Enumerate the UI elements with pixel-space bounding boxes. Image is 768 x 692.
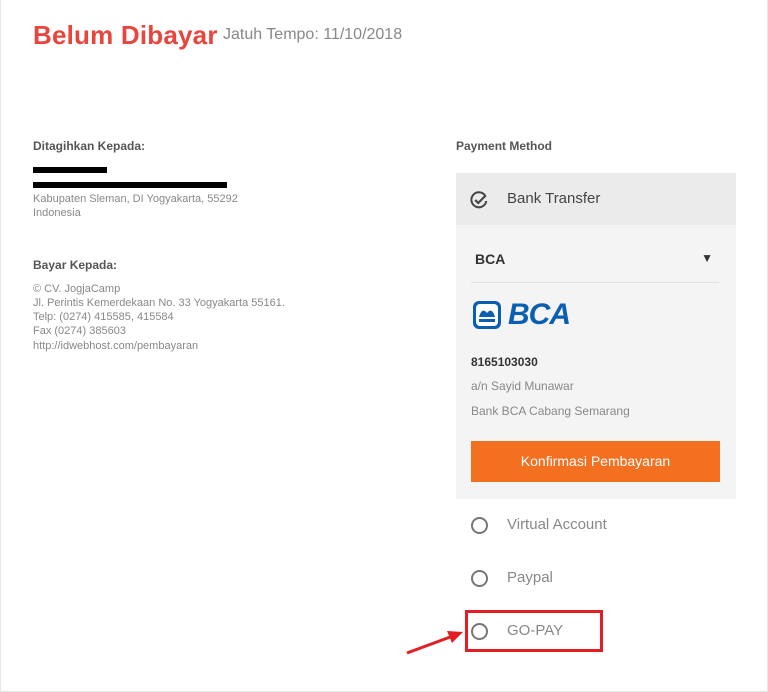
pay-to-address: Jl. Perintis Kemerdekaan No. 33 Yogyakar… — [33, 297, 285, 309]
invoice-status: Belum Dibayar — [33, 20, 218, 50]
pay-to-url[interactable]: http://idwebhost.com/pembayaran — [33, 339, 198, 354]
bca-emblem-icon — [473, 301, 501, 329]
radio-icon[interactable] — [471, 570, 488, 587]
redacted-address — [33, 182, 227, 188]
invoice-page: Belum Dibayar Jatuh Tempo: 11/10/2018 Di… — [0, 0, 768, 692]
bank-select[interactable]: BCA ▼ — [471, 233, 719, 283]
paypal-label: Paypal — [507, 569, 553, 586]
account-branch: Bank BCA Cabang Semarang — [471, 404, 630, 418]
pay-to-phone: Telp: (0274) 415585, 415584 — [33, 311, 174, 323]
billed-to-title: Ditagihkan Kepada: — [33, 139, 146, 153]
confirm-payment-button[interactable]: Konfirmasi Pembayaran — [471, 441, 720, 482]
check-circle-icon — [470, 191, 488, 209]
pay-to-title: Bayar Kepada: — [33, 258, 118, 272]
payment-method-title: Payment Method — [456, 139, 553, 153]
bca-logo: BCA — [472, 298, 571, 331]
billed-to-address: Kabupaten Sleman, DI Yogyakarta, 55292 — [33, 193, 238, 205]
account-number: 8165103030 — [471, 355, 538, 369]
account-holder: a/n Sayid Munawar — [471, 379, 574, 393]
radio-icon[interactable] — [471, 517, 488, 534]
pay-to-fax: Fax (0274) 385603 — [33, 325, 126, 337]
pay-to-company: © CV. JogjaCamp — [33, 283, 121, 295]
billed-to-country: Indonesia — [33, 207, 81, 219]
bank-transfer-option[interactable]: Bank Transfer — [456, 173, 736, 225]
bank-select-value: BCA — [475, 251, 506, 267]
redacted-name — [33, 167, 107, 173]
bca-logo-text: BCA — [508, 298, 571, 331]
virtual-account-label: Virtual Account — [507, 516, 607, 533]
bank-transfer-label: Bank Transfer — [507, 190, 601, 207]
gopay-highlight-box — [465, 610, 603, 652]
red-arrow-icon — [406, 631, 463, 655]
due-date: Jatuh Tempo: 11/10/2018 — [223, 26, 403, 43]
caret-down-icon: ▼ — [701, 251, 713, 265]
bank-transfer-panel: Bank Transfer BCA ▼ BCA 8165103030 a/n S… — [456, 173, 736, 499]
